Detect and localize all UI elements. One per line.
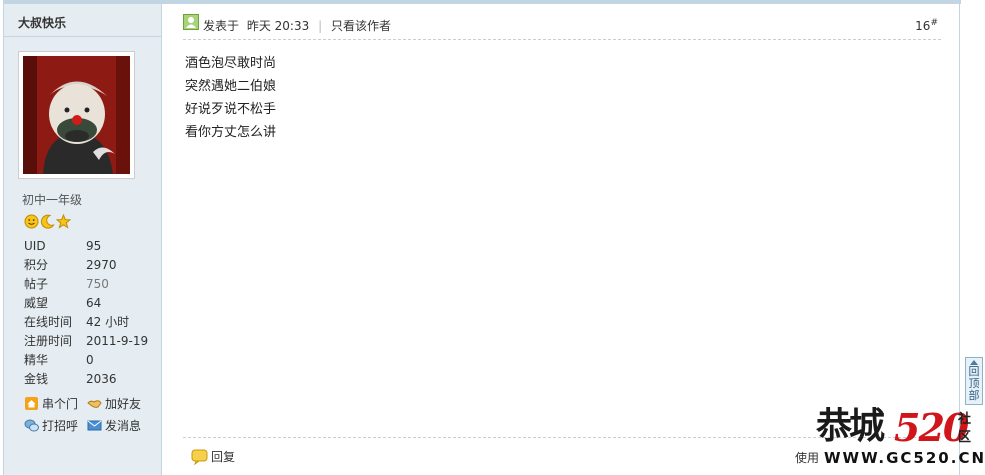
content-line: 酒色泡尽敢时尚 — [185, 56, 277, 71]
reply-label: 回复 — [211, 450, 236, 464]
stat-row-money: 金钱 2036 — [24, 369, 154, 388]
moon-icon — [40, 214, 55, 229]
stat-value[interactable]: 95 — [86, 236, 154, 255]
post-content: 酒色泡尽敢时尚 突然遇她二伯娘 好说歹说不松手 看你方丈怎么讲 — [185, 52, 276, 144]
stat-label: 在线时间 — [24, 315, 73, 329]
add-friend-label: 加好友 — [105, 397, 142, 411]
handshake-icon — [87, 400, 102, 408]
stat-label: 积分 — [24, 258, 49, 272]
avatar[interactable] — [18, 51, 135, 179]
stat-row-posts: 帖子 750 — [24, 274, 154, 293]
content-line: 看你方丈怎么讲 — [185, 125, 277, 140]
post-meta: 发表于 昨天 20:33 | 只看该作者 — [203, 17, 391, 34]
stat-row-online: 在线时间 42 小时 — [24, 312, 154, 331]
user-group[interactable]: 初中一年级 — [22, 191, 82, 208]
content-line: 好说歹说不松手 — [185, 102, 277, 117]
stat-row-points: 积分 2970 — [24, 255, 154, 274]
stat-value[interactable]: 2970 — [86, 255, 154, 274]
reply-button[interactable]: 回复 — [191, 448, 235, 465]
reply-icon — [191, 449, 208, 465]
site-watermark: 恭城 520 社区 WWW.GC520.CN — [810, 395, 985, 475]
floor-value: 16 — [915, 19, 931, 33]
post-info-bar: 发表于 昨天 20:33 | 只看该作者 16# — [183, 10, 941, 40]
star-icon — [55, 213, 72, 229]
stat-row-uid: UID 95 — [24, 236, 154, 255]
floor-number[interactable]: 16# — [915, 18, 938, 33]
avatar-image — [23, 56, 130, 174]
home-icon — [25, 397, 38, 410]
post-header-divider — [183, 39, 941, 40]
visit-home-link[interactable]: 串个门 — [24, 395, 78, 412]
add-friend-link[interactable]: 加好友 — [87, 395, 141, 412]
watermark-number: 520 — [894, 405, 969, 450]
watermark-name: 恭城 — [816, 405, 885, 447]
only-author-link[interactable]: 只看该作者 — [331, 19, 391, 33]
stat-label: 精华 — [24, 353, 49, 367]
meta-divider: | — [318, 19, 323, 33]
stat-value: 2011-9-19 — [86, 333, 149, 348]
stat-label: 威望 — [24, 296, 49, 310]
stat-value[interactable]: 750 — [86, 274, 154, 293]
smile-icon — [24, 214, 39, 229]
author-sidebar: 大叔快乐 初中一年级 UID 95 积分 2970 帖子 750 威望 64 在… — [4, 4, 162, 475]
watermark-suffix: 社区 — [958, 412, 972, 445]
send-message-link[interactable]: 发消息 — [87, 417, 141, 434]
greet-link[interactable]: 打招呼 — [24, 417, 78, 434]
send-message-label: 发消息 — [105, 419, 142, 433]
envelope-icon — [87, 420, 102, 431]
stat-value: 0 — [86, 352, 94, 367]
author-stats: UID 95 积分 2970 帖子 750 威望 64 在线时间 42 小时 注册时间 20… — [24, 236, 154, 388]
posted-time: 昨天 20:33 — [246, 19, 310, 33]
stat-value: 2036 — [86, 371, 117, 386]
stat-label: 注册时间 — [24, 334, 73, 348]
author-divider — [4, 36, 162, 37]
author-name[interactable]: 大叔快乐 — [18, 14, 66, 31]
stat-value: 42 小时 — [86, 315, 130, 329]
chat-bubble-icon — [24, 419, 39, 432]
posted-label: 发表于 — [203, 19, 240, 33]
stat-row-digest: 精华 0 — [24, 350, 154, 369]
stat-label: 帖子 — [24, 277, 49, 291]
stat-row-prestige: 威望 64 — [24, 293, 154, 312]
rank-icons — [24, 213, 72, 229]
stat-label: UID — [24, 238, 46, 253]
stat-row-registered: 注册时间 2011-9-19 — [24, 331, 154, 350]
stat-label: 金钱 — [24, 372, 49, 386]
content-line: 突然遇她二伯娘 — [185, 79, 277, 94]
stat-value: 64 — [86, 295, 102, 310]
online-user-icon — [183, 14, 199, 30]
visit-home-label: 串个门 — [42, 397, 79, 411]
greet-label: 打招呼 — [42, 419, 79, 433]
watermark-url: WWW.GC520.CN — [824, 449, 985, 467]
floor-sup: # — [930, 18, 938, 28]
